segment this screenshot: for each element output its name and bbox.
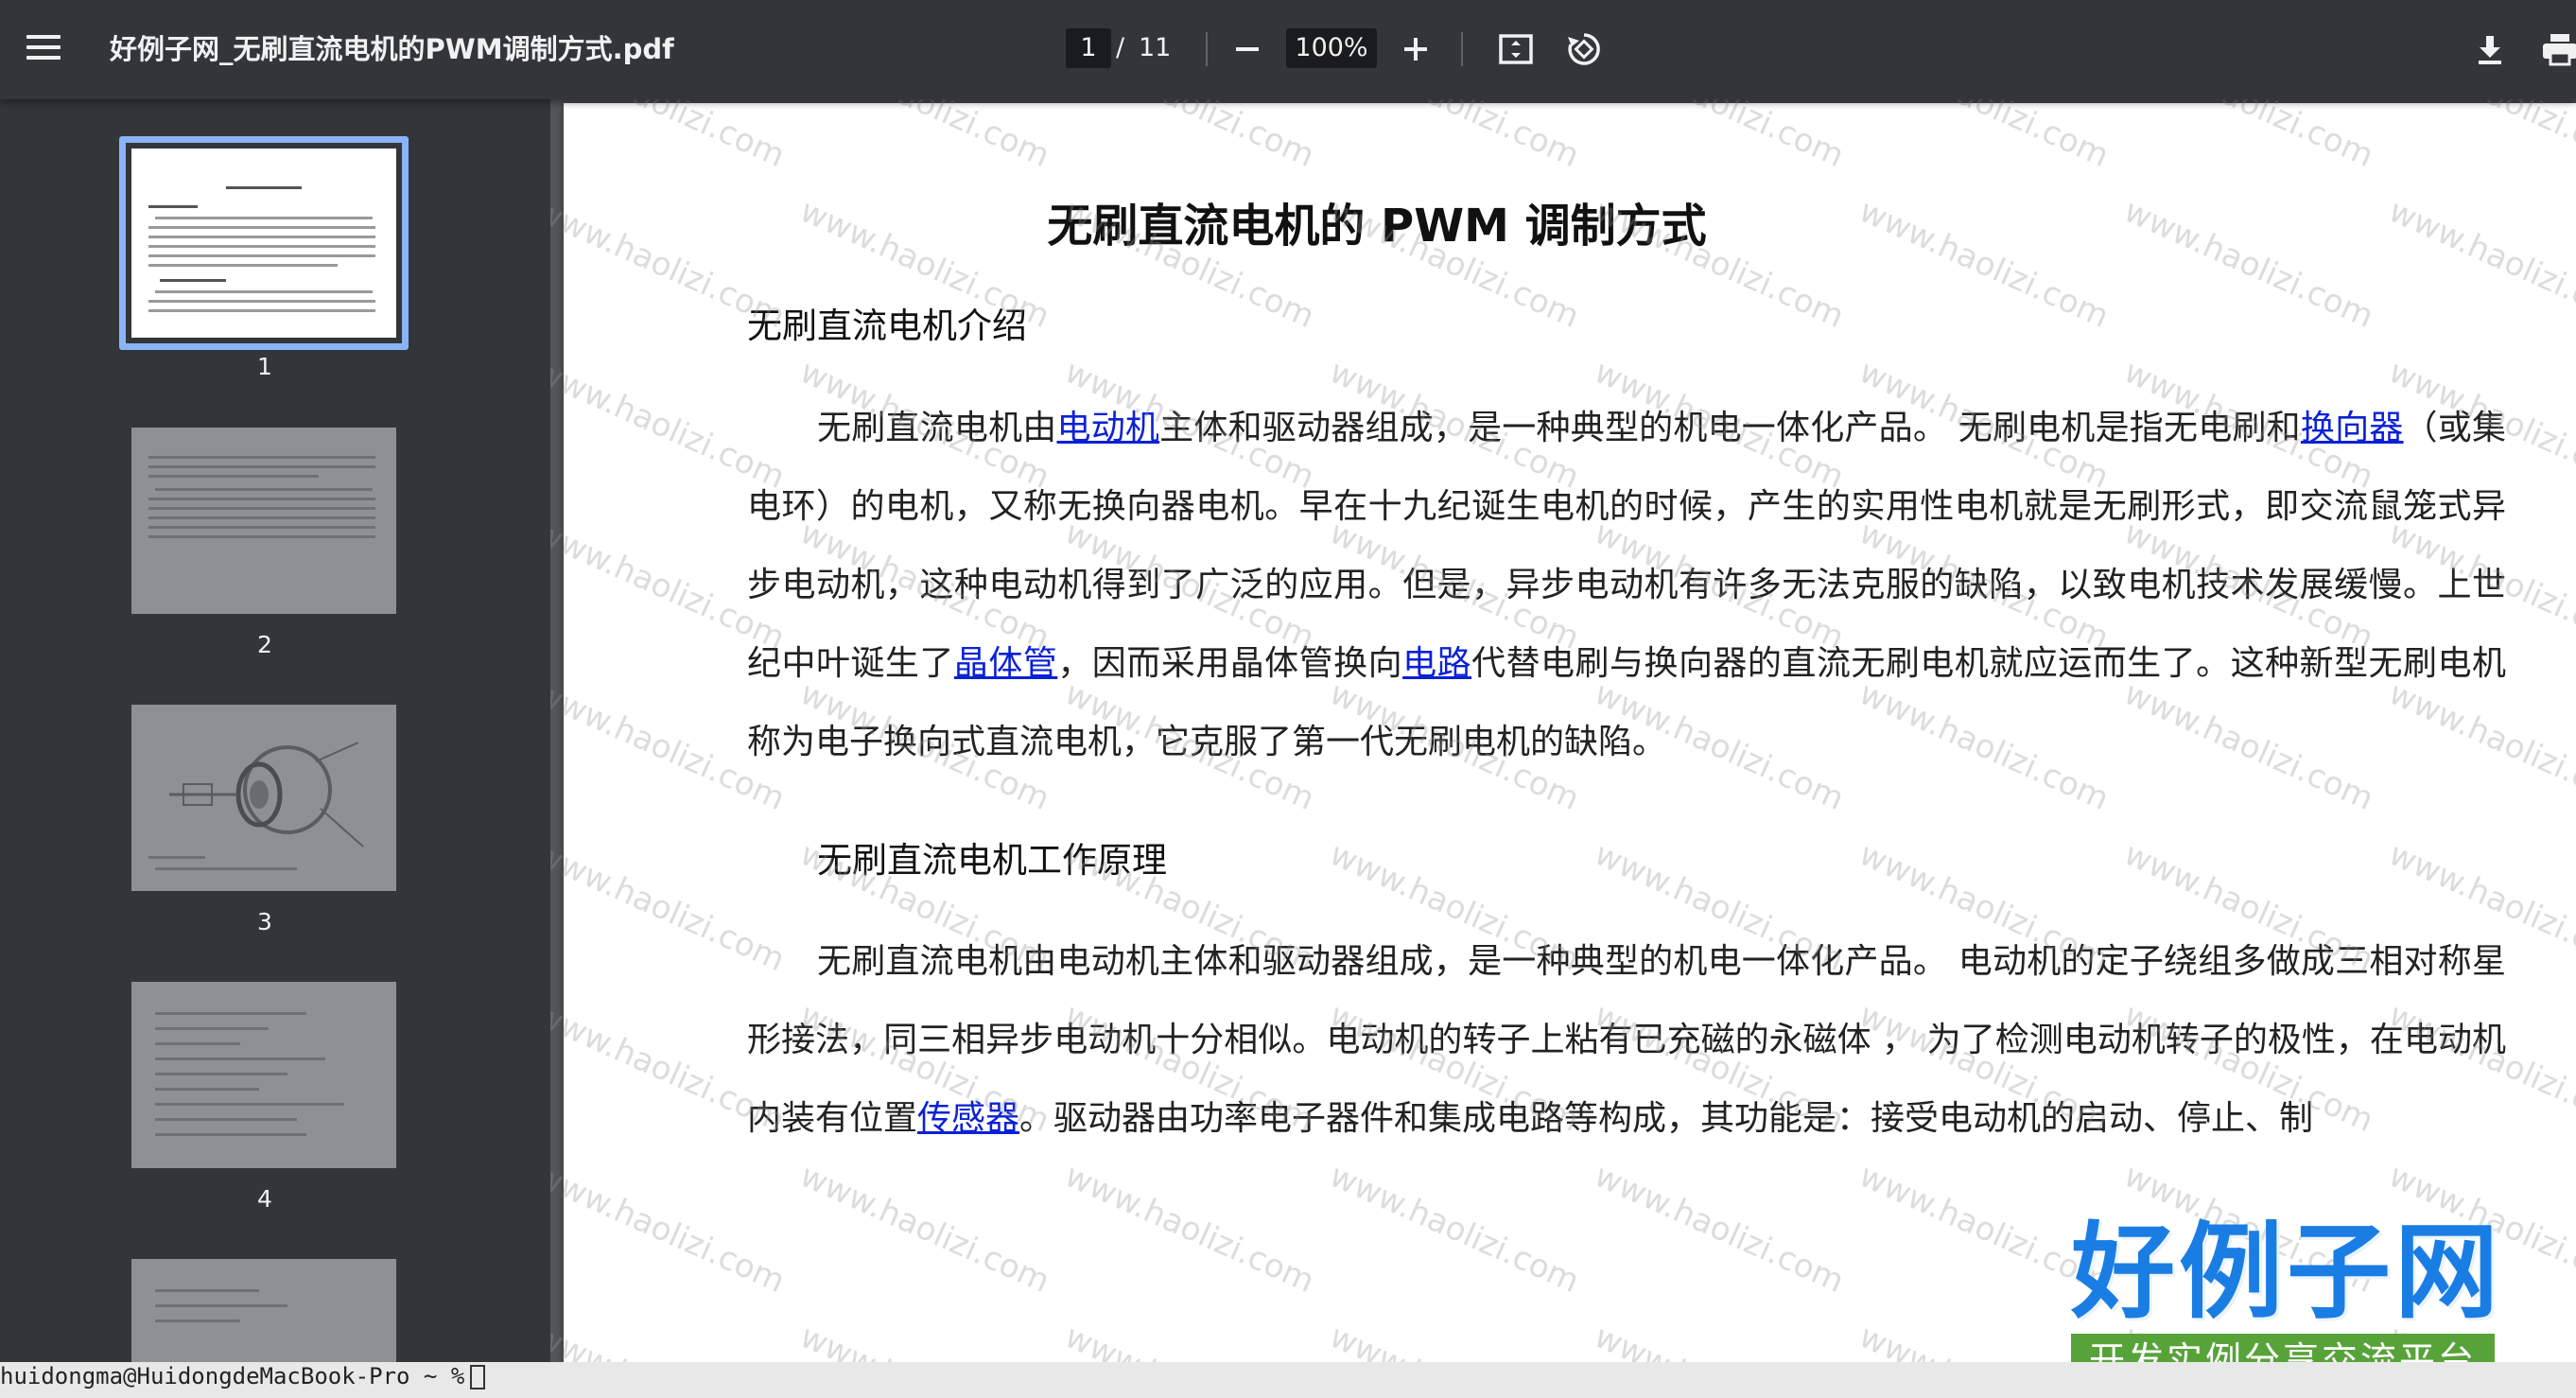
paragraph-text: 。驱动器由功率电子器件和集成电路等构成，其功能是：接受电动机的启动、停止、制 — [1019, 1099, 2314, 1138]
pdf-page: 无刷直流电机的 PWM 调制方式 无刷直流电机介绍 无刷直流电机由电动机主体和驱… — [550, 99, 2576, 1367]
watermark-text: www.haolizi.com — [1324, 99, 1585, 176]
document-viewer[interactable]: 无刷直流电机的 PWM 调制方式 无刷直流电机介绍 无刷直流电机由电动机主体和驱… — [550, 99, 2576, 1367]
terminal-strip: huidongma@HuidongdeMacBook-Pro ~ % — [0, 1362, 2576, 1398]
thumbnail-page-1[interactable] — [119, 136, 409, 350]
watermark-text: www.haolizi.com — [794, 1156, 1055, 1302]
thumbnail-label: 2 — [257, 631, 272, 658]
motor-diagram-thumbnail — [169, 742, 364, 848]
thumbnail-label: 3 — [257, 908, 272, 935]
watermark-text: www.haolizi.com — [2383, 191, 2576, 337]
link-circuit[interactable]: 电路 — [1402, 644, 1471, 683]
thumbnail-label: 4 — [257, 1185, 272, 1213]
watermark-text: www.haolizi.com — [1589, 1318, 1850, 1367]
watermark-text: www.haolizi.com — [794, 1318, 1055, 1367]
zoom-in-button[interactable] — [1392, 26, 1439, 73]
paragraph-principle: 无刷直流电机由电动机主体和驱动器组成，是一种典型的机电一体化产品。 电动机的定子… — [747, 922, 2506, 1158]
pdf-toolbar: 好例子网_无刷直流电机的PWM调制方式.pdf 1 / 11 100% — [0, 0, 2576, 99]
toolbar-divider — [1461, 32, 1463, 66]
print-icon — [2543, 34, 2576, 66]
paragraph-text: ，因而采用晶体管换向 — [1057, 644, 1403, 683]
rotate-button[interactable] — [1560, 26, 1608, 73]
watermark-text: www.haolizi.com — [1324, 1318, 1585, 1367]
page-number-input[interactable]: 1 — [1066, 28, 1111, 68]
watermark-text: www.haolizi.com — [794, 99, 1055, 176]
thumbnail-sidebar: 1 2 3 4 — [0, 99, 550, 1367]
watermark-text: www.haolizi.com — [1059, 1318, 1320, 1367]
watermark-text: www.haolizi.com — [1324, 1156, 1585, 1302]
watermark-text: www.haolizi.com — [1589, 99, 1850, 176]
download-button[interactable] — [2466, 26, 2514, 73]
thumbnail-page-image — [131, 428, 396, 614]
watermark-text: www.haolizi.com — [2118, 99, 2379, 176]
zoom-level-input[interactable]: 100% — [1286, 28, 1377, 68]
terminal-cursor — [470, 1365, 486, 1389]
watermark-text: www.haolizi.com — [550, 99, 791, 176]
paragraph-intro: 无刷直流电机由电动机主体和驱动器组成，是一种典型的机电一体化产品。 无刷电机是指… — [747, 389, 2506, 781]
watermark-text: www.haolizi.com — [1854, 99, 2115, 176]
zoom-out-button[interactable] — [1224, 26, 1271, 73]
watermark-text: www.haolizi.com — [1059, 1156, 1320, 1302]
rotate-icon — [1568, 33, 1600, 65]
watermark-text: www.haolizi.com — [1589, 1156, 1850, 1302]
menu-icon[interactable] — [25, 30, 62, 68]
section-heading-principle: 无刷直流电机工作原理 — [817, 840, 1167, 881]
thumbnail-page-2[interactable] — [131, 428, 396, 614]
link-sensor[interactable]: 传感器 — [917, 1099, 1019, 1138]
link-motor[interactable]: 电动机 — [1057, 409, 1160, 447]
watermark-text: www.haolizi.com — [1059, 99, 1320, 176]
link-transistor[interactable]: 晶体管 — [954, 644, 1057, 683]
link-commutator[interactable]: 换向器 — [2301, 409, 2404, 447]
watermark-text: www.haolizi.com — [2383, 99, 2576, 176]
paragraph-text: 主体和驱动器组成，是一种典型的机电一体化产品。 无刷电机是指无电刷和 — [1159, 409, 2301, 447]
document-heading: 无刷直流电机的 PWM 调制方式 — [1047, 200, 1707, 253]
thumbnail-page-image — [131, 705, 396, 891]
thumbnail-page-5[interactable] — [131, 1259, 396, 1367]
minus-icon — [1236, 47, 1259, 51]
plus-icon — [1404, 38, 1427, 61]
terminal-prompt: huidongma@HuidongdeMacBook-Pro ~ % — [0, 1363, 465, 1389]
site-logo: 好例子网 — [2071, 1212, 2502, 1333]
paragraph-text: 无刷直流电机由 — [817, 409, 1057, 447]
thumbnail-page-image — [131, 149, 396, 338]
thumbnail-label: 1 — [257, 353, 272, 380]
fit-to-page-button[interactable] — [1492, 26, 1540, 73]
thumbnail-page-4[interactable] — [131, 982, 396, 1168]
watermark-text: www.haolizi.com — [550, 1156, 791, 1302]
download-icon — [2479, 36, 2501, 64]
toolbar-divider — [1206, 32, 1208, 66]
page-total: 11 — [1139, 33, 1172, 62]
section-heading-intro: 无刷直流电机介绍 — [747, 306, 1027, 346]
page-separator: / — [1116, 33, 1125, 62]
document-title: 好例子网_无刷直流电机的PWM调制方式.pdf — [110, 33, 674, 65]
thumbnail-page-image — [131, 982, 396, 1168]
print-button[interactable] — [2536, 26, 2576, 73]
watermark-text: www.haolizi.com — [550, 1318, 791, 1367]
paragraph-text: （或集电环）的电机，又称无换向器电机。早在十九纪诞生电机的时候，产生的实用性电机… — [747, 409, 2506, 683]
fit-page-icon — [1499, 34, 1533, 64]
thumbnail-page-image — [131, 1259, 396, 1367]
thumbnail-page-3[interactable] — [131, 705, 396, 891]
